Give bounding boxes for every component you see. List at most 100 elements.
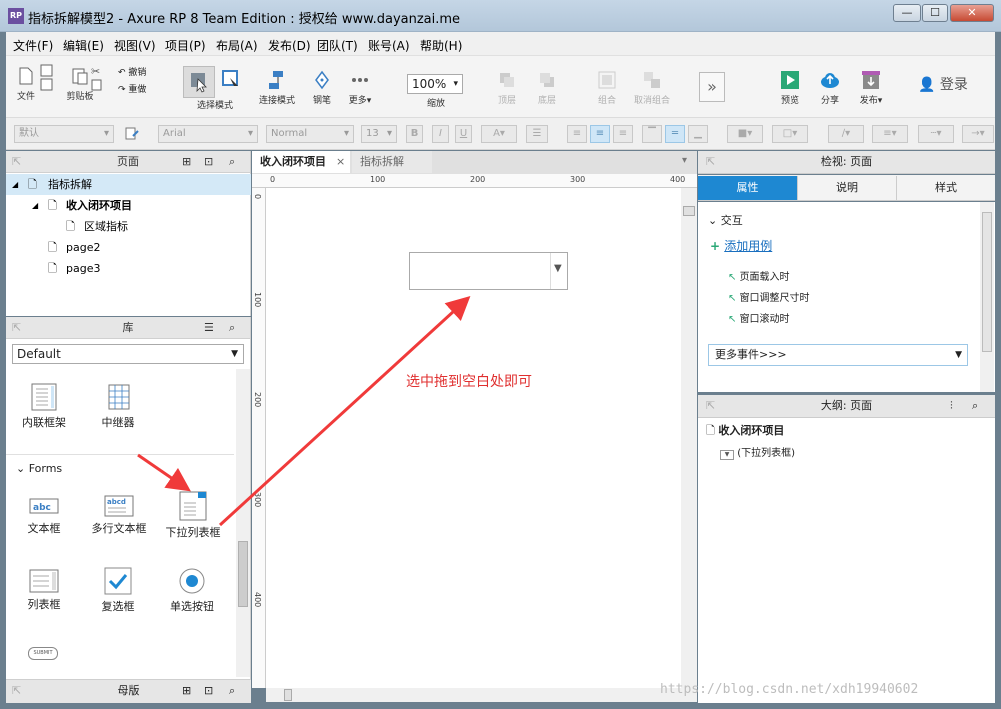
font-color-button[interactable]: A▾: [481, 125, 517, 143]
tree-expand-icon[interactable]: ◢: [12, 174, 18, 195]
save-icon[interactable]: [40, 64, 54, 92]
add-case-link[interactable]: + 添加用例: [710, 237, 772, 254]
inspector-scrollbar[interactable]: [980, 202, 994, 392]
tree-expand-icon[interactable]: ◢: [32, 195, 38, 216]
text-field-widget[interactable]: abc 文本框: [18, 495, 70, 536]
tab-income-project[interactable]: 收入闭环项目 ×: [252, 151, 350, 173]
shadow-button[interactable]: □▾: [772, 125, 808, 143]
tab-metrics[interactable]: 指标拆解: [352, 151, 432, 173]
more-events-select[interactable]: 更多事件>>> ▼: [708, 344, 968, 366]
submit-button-widget[interactable]: SUBMIT: [28, 647, 58, 660]
bullet-list-button[interactable]: ☰: [526, 125, 548, 143]
canvas-droplist-widget[interactable]: ▼: [409, 252, 568, 290]
menu-view[interactable]: 视图(V): [114, 37, 156, 54]
bold-button[interactable]: B: [406, 125, 423, 143]
add-folder-icon[interactable]: ⊡: [204, 151, 213, 173]
pen-button[interactable]: 钢笔: [308, 70, 336, 106]
minimize-button[interactable]: —: [893, 4, 921, 22]
bring-to-front-button[interactable]: 顶层: [492, 70, 522, 106]
collapse-arrow-icon[interactable]: ⇱: [12, 317, 21, 339]
format-painter-icon[interactable]: [124, 126, 140, 142]
group-button[interactable]: 组合: [592, 70, 622, 106]
tab-notes[interactable]: 说明: [797, 176, 896, 200]
checkbox-widget[interactable]: 复选框: [92, 567, 144, 614]
forms-section-header[interactable]: ⌄ Forms: [16, 462, 62, 475]
scrollbar-thumb[interactable]: [284, 689, 292, 701]
align-right-button[interactable]: ≡: [613, 125, 633, 143]
add-master-icon[interactable]: ⊞: [182, 680, 191, 702]
close-button[interactable]: ✕: [950, 4, 994, 22]
outline-widget-node[interactable]: ▼ (下拉列表框): [720, 444, 795, 460]
textarea-widget[interactable]: abcd 多行文本框: [86, 495, 152, 536]
listbox-widget[interactable]: 列表框: [18, 569, 70, 612]
font-weight-select[interactable]: Normal: [266, 125, 354, 143]
scrollbar-thumb[interactable]: [683, 206, 695, 216]
menu-help[interactable]: 帮助(H): [420, 37, 462, 54]
scrollbar-thumb[interactable]: [238, 541, 248, 607]
send-to-back-button[interactable]: 底层: [532, 70, 562, 106]
more-tools-button[interactable]: 更多▾: [344, 70, 376, 106]
inline-frame-widget[interactable]: 内联框架: [18, 383, 70, 430]
line-style-button[interactable]: ┄▾: [918, 125, 954, 143]
outline-page-node[interactable]: 🗋 收入闭环项目: [706, 422, 784, 441]
filter-icon[interactable]: ⫶: [950, 395, 953, 417]
connect-mode-button[interactable]: 连接模式: [256, 70, 298, 106]
valign-middle-button[interactable]: ═: [665, 125, 685, 143]
page-item-income[interactable]: ◢ 🗋 收入闭环项目: [6, 195, 251, 216]
search-icon[interactable]: ⌕: [972, 395, 978, 417]
valign-bottom-button[interactable]: ▁: [688, 125, 708, 143]
event-window-resize[interactable]: ↖ 窗口调整尺寸时: [728, 289, 810, 304]
search-icon[interactable]: ⌕: [229, 317, 235, 339]
line-color-button[interactable]: ∕▾: [828, 125, 864, 143]
add-page-icon[interactable]: ⊞: [182, 151, 191, 173]
radio-button-widget[interactable]: 单选按钮: [164, 567, 220, 614]
collapse-arrow-icon[interactable]: ⇱: [12, 680, 21, 702]
canvas-vertical-scrollbar[interactable]: [681, 188, 697, 688]
menu-account[interactable]: 账号(A): [368, 37, 410, 54]
align-center-button[interactable]: ≡: [590, 125, 610, 143]
library-select[interactable]: Default ▼: [12, 344, 244, 364]
page-item-page3[interactable]: 🗋 page3: [6, 258, 251, 279]
tab-list-chevron-icon[interactable]: ▾: [682, 155, 687, 166]
add-folder-icon[interactable]: ⊡: [204, 680, 213, 702]
library-scrollbar[interactable]: [236, 369, 250, 677]
ungroup-button[interactable]: 取消组合: [630, 70, 674, 106]
preview-button[interactable]: 预览: [776, 70, 804, 106]
select-mode-active[interactable]: [183, 66, 215, 98]
redo-button[interactable]: ↷ 重做: [118, 82, 146, 95]
collapse-arrow-icon[interactable]: ⇱: [706, 151, 715, 173]
page-item-page2[interactable]: 🗋 page2: [6, 237, 251, 258]
close-tab-icon[interactable]: ×: [336, 151, 345, 173]
align-left-button[interactable]: ≡: [567, 125, 587, 143]
event-window-scroll[interactable]: ↖ 窗口滚动时: [728, 310, 790, 325]
style-select[interactable]: 默认: [14, 125, 114, 143]
valign-top-button[interactable]: ▔: [642, 125, 662, 143]
search-icon[interactable]: ⌕: [229, 680, 235, 702]
underline-button[interactable]: U: [455, 125, 472, 143]
page-item-root[interactable]: ◢ 🗋 指标拆解: [6, 174, 251, 195]
expand-toolbar-button[interactable]: »: [699, 72, 725, 102]
collapse-arrow-icon[interactable]: ⇱: [12, 151, 21, 173]
maximize-button[interactable]: ☐: [922, 4, 948, 22]
publish-button[interactable]: 发布▾: [856, 70, 886, 106]
menu-project[interactable]: 项目(P): [165, 37, 206, 54]
font-size-select[interactable]: 13: [361, 125, 397, 143]
share-button[interactable]: 分享: [816, 70, 844, 106]
canvas-horizontal-scrollbar[interactable]: [266, 688, 697, 702]
intersect-select-icon[interactable]: [220, 68, 242, 90]
menu-publish[interactable]: 发布(D): [268, 37, 311, 54]
zoom-select[interactable]: 100% ▾: [407, 74, 463, 94]
line-width-button[interactable]: ≡▾: [872, 125, 908, 143]
undo-button[interactable]: ↶ 撤销: [118, 65, 146, 78]
cut-icon[interactable]: ✂: [90, 64, 104, 92]
font-family-select[interactable]: Arial: [158, 125, 258, 143]
scrollbar-thumb[interactable]: [982, 212, 992, 352]
menu-team[interactable]: 团队(T): [317, 37, 358, 54]
collapse-arrow-icon[interactable]: ⇱: [706, 395, 715, 417]
repeater-widget[interactable]: 中继器: [92, 383, 144, 430]
droplist-widget[interactable]: 下拉列表框: [162, 491, 224, 540]
interactions-section-header[interactable]: ⌄ 交互: [708, 212, 743, 228]
menu-layout[interactable]: 布局(A): [216, 37, 258, 54]
event-page-load[interactable]: ↖ 页面载入时: [728, 268, 790, 283]
menu-edit[interactable]: 编辑(E): [63, 37, 104, 54]
